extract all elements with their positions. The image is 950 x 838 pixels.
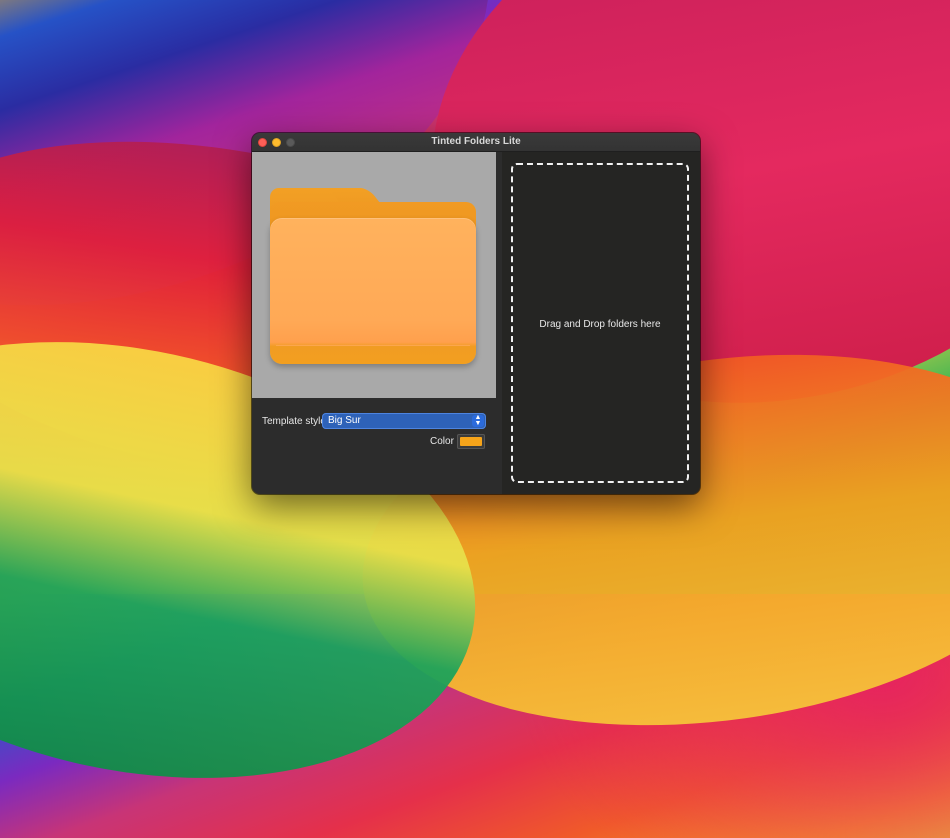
title-bar[interactable]: Tinted Folders Lite xyxy=(252,133,700,152)
drop-panel: Drag and Drop folders here xyxy=(502,152,700,494)
folder-icon xyxy=(270,188,476,366)
app-window: Tinted Folders Lite Template style Big S… xyxy=(252,133,700,494)
window-title: Tinted Folders Lite xyxy=(431,136,521,147)
template-style-value: Big Sur xyxy=(328,415,361,426)
color-well[interactable] xyxy=(457,434,485,449)
drop-zone-text: Drag and Drop folders here xyxy=(539,319,661,330)
template-style-select[interactable]: Big Sur ▲ ▼ xyxy=(322,413,486,429)
template-style-label: Template style xyxy=(262,416,326,427)
color-label: Color xyxy=(430,436,454,447)
controls-panel: Template style Big Sur ▲ ▼ Color xyxy=(252,403,496,493)
folder-front-line xyxy=(276,345,470,346)
folder-front xyxy=(270,218,476,364)
chevron-up-down-icon: ▲ ▼ xyxy=(472,414,484,427)
color-swatch xyxy=(460,437,482,446)
drop-zone[interactable]: Drag and Drop folders here xyxy=(511,163,689,483)
folder-preview xyxy=(252,152,496,398)
